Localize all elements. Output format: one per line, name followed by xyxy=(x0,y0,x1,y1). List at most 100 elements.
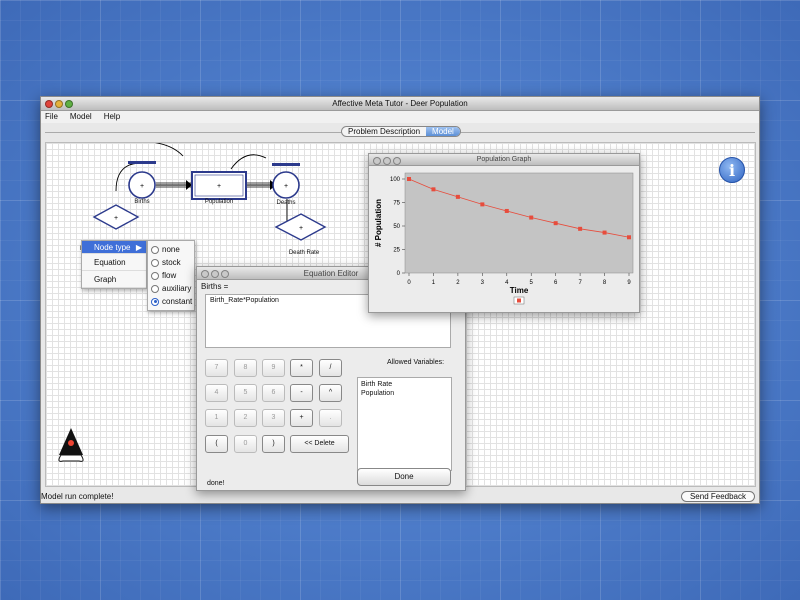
main-title-bar: Affective Meta Tutor - Deer Population xyxy=(41,97,759,111)
radio-none[interactable]: none xyxy=(148,243,194,256)
menu-item-node-type-label: Node type xyxy=(94,243,131,252)
close-window-button[interactable] xyxy=(373,157,381,165)
y-tick-label: 100 xyxy=(390,177,401,183)
minimize-window-button[interactable] xyxy=(55,100,63,108)
population-graph-window: Population Graph 0 25 50 75 100 0 1 2 3 4 5 6 7 8 9 Tim… xyxy=(368,153,640,313)
key-1[interactable]: 1 xyxy=(205,409,228,427)
key-8[interactable]: 8 xyxy=(234,359,257,377)
variable-item[interactable]: Birth Rate xyxy=(361,380,448,389)
status-text: Model run complete! xyxy=(41,492,114,501)
radio-stock[interactable]: stock xyxy=(148,256,194,269)
population-chart: 0 25 50 75 100 0 1 2 3 4 5 6 7 8 9 Time # Population xyxy=(374,172,634,305)
submenu-arrow-icon: ▶ xyxy=(135,243,142,252)
window-controls xyxy=(45,100,73,108)
data-point xyxy=(407,177,411,181)
zoom-window-button[interactable] xyxy=(221,270,229,278)
plot-area xyxy=(404,172,634,274)
radio-icon xyxy=(151,271,159,280)
births-label: Births xyxy=(134,199,150,205)
key-6[interactable]: 6 xyxy=(262,384,285,402)
menu-item-graph[interactable]: Graph xyxy=(82,271,146,288)
radio-icon xyxy=(151,284,159,293)
radio-constant-label: constant xyxy=(162,297,193,306)
key-divide[interactable]: / xyxy=(319,359,342,377)
key-multiply[interactable]: * xyxy=(290,359,313,377)
legend-marker xyxy=(517,298,521,303)
x-tick-label: 3 xyxy=(481,280,485,286)
menu-file[interactable]: File xyxy=(45,111,58,123)
menu-model[interactable]: Model xyxy=(70,111,92,123)
window-controls xyxy=(373,157,401,165)
arrow-births-curve xyxy=(154,143,184,157)
data-point xyxy=(627,235,631,240)
x-tick-label: 7 xyxy=(578,280,582,286)
radio-auxiliary-label: auxiliary xyxy=(162,284,192,293)
send-feedback-button[interactable]: Send Feedback xyxy=(680,491,755,502)
allowed-variables-list: Birth Rate Population xyxy=(357,377,452,471)
key-decimal[interactable]: . xyxy=(319,409,342,427)
deaths-valve xyxy=(272,163,300,166)
radio-auxiliary[interactable]: auxiliary xyxy=(148,282,194,295)
key-plus[interactable]: + xyxy=(290,409,313,427)
population-label: Population xyxy=(204,199,234,205)
close-window-button[interactable] xyxy=(201,270,209,278)
key-power[interactable]: ^ xyxy=(319,384,342,402)
x-tick-label: 4 xyxy=(505,280,509,286)
zoom-window-button[interactable] xyxy=(393,157,401,165)
menu-item-node-type[interactable]: Node type ▶ xyxy=(82,241,146,254)
svg-text:+: + xyxy=(217,183,221,190)
key-minus[interactable]: - xyxy=(290,384,313,402)
key-2[interactable]: 2 xyxy=(234,409,257,427)
key-3[interactable]: 3 xyxy=(262,409,285,427)
key-open-paren[interactable]: ( xyxy=(205,435,228,453)
data-point xyxy=(529,215,534,220)
info-icon[interactable]: i xyxy=(719,157,745,183)
data-point xyxy=(504,208,509,213)
svg-text:+: + xyxy=(299,225,303,232)
menu-bar: File Model Help xyxy=(41,111,759,123)
done-button[interactable]: Done xyxy=(357,468,451,486)
svg-text:+: + xyxy=(284,183,288,190)
close-window-button[interactable] xyxy=(45,100,53,108)
radio-none-label: none xyxy=(162,245,180,254)
radio-icon xyxy=(151,245,159,254)
data-point xyxy=(602,230,607,235)
key-9[interactable]: 9 xyxy=(262,359,285,377)
death-rate-label: Death Rate xyxy=(288,250,320,256)
minimize-window-button[interactable] xyxy=(211,270,219,278)
window-controls xyxy=(201,270,229,278)
y-axis-label: # Population xyxy=(374,199,383,247)
x-tick-label: 5 xyxy=(530,280,534,286)
y-tick-label: 75 xyxy=(393,201,400,207)
tab-problem-description[interactable]: Problem Description xyxy=(342,127,426,136)
menu-item-equation[interactable]: Equation xyxy=(82,254,146,271)
key-0[interactable]: 0 xyxy=(234,435,257,453)
node-type-submenu: none stock flow auxiliary constant xyxy=(147,240,195,311)
variable-item[interactable]: Population xyxy=(361,389,448,398)
menu-help[interactable]: Help xyxy=(104,111,120,123)
svg-text:+: + xyxy=(114,215,118,222)
minimize-window-button[interactable] xyxy=(383,157,391,165)
x-axis-label: Time xyxy=(510,286,529,295)
allowed-variables-label: Allowed Variables: xyxy=(387,359,445,366)
x-tick-label: 1 xyxy=(432,280,436,286)
x-tick-label: 6 xyxy=(554,280,558,286)
equation-label: Births = xyxy=(201,282,229,291)
zoom-window-button[interactable] xyxy=(65,100,73,108)
key-close-paren[interactable]: ) xyxy=(262,435,285,453)
key-delete[interactable]: << Delete xyxy=(290,435,349,453)
view-tabs: Problem Description Model xyxy=(341,126,461,137)
radio-constant[interactable]: constant xyxy=(148,295,194,308)
radio-icon xyxy=(151,258,159,267)
equation-editor-title: Equation Editor xyxy=(303,269,359,278)
data-point xyxy=(455,194,460,199)
x-tick-label: 9 xyxy=(627,280,631,286)
key-5[interactable]: 5 xyxy=(234,384,257,402)
radio-flow[interactable]: flow xyxy=(148,269,194,282)
data-point xyxy=(553,221,558,226)
key-7[interactable]: 7 xyxy=(205,359,228,377)
key-4[interactable]: 4 xyxy=(205,384,228,402)
tab-model[interactable]: Model xyxy=(426,127,460,136)
window-title: Affective Meta Tutor - Deer Population xyxy=(332,99,468,108)
births-valve xyxy=(128,161,156,164)
